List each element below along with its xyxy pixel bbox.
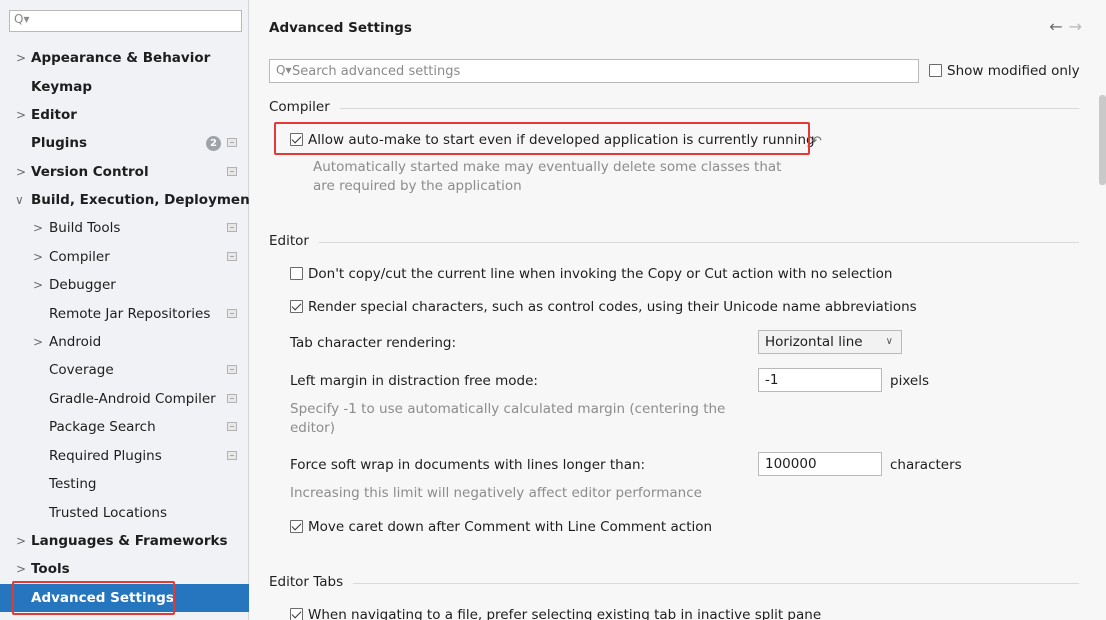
- sidebar-item-remote-jar-repositories[interactable]: Remote Jar Repositories: [0, 300, 249, 328]
- section-divider: [269, 108, 1079, 109]
- no-copy-cut-checkbox[interactable]: Don't copy/cut the current line when inv…: [290, 266, 892, 282]
- project-level-icon: [227, 365, 237, 374]
- chevron-right-icon[interactable]: >: [33, 271, 43, 299]
- move-caret-checkbox[interactable]: Move caret down after Comment with Line …: [290, 519, 712, 535]
- section-editor: Editor: [269, 233, 1079, 251]
- sidebar-item-compiler[interactable]: > Compiler: [0, 243, 249, 271]
- page-title: Advanced Settings: [269, 20, 412, 36]
- settings-content-panel: Advanced Settings ←→ Q▾ Show modified on…: [250, 0, 1106, 620]
- chevron-right-icon[interactable]: >: [33, 328, 43, 356]
- project-level-icon: [227, 394, 237, 403]
- chevron-right-icon[interactable]: >: [16, 555, 26, 583]
- auto-make-hint: Automatically started make may eventuall…: [313, 159, 782, 194]
- show-modified-only-checkbox[interactable]: Show modified only: [929, 63, 1080, 79]
- auto-make-checkbox[interactable]: Allow auto-make to start even if develop…: [290, 132, 815, 148]
- project-level-icon: [227, 167, 237, 176]
- chevron-right-icon[interactable]: >: [16, 101, 26, 129]
- checkbox-checked-icon[interactable]: [290, 608, 303, 620]
- chevron-down-icon: ∨: [885, 336, 893, 347]
- section-title: Compiler: [269, 99, 340, 115]
- sidebar-item-gradle-android-compiler[interactable]: Gradle-Android Compiler: [0, 385, 249, 413]
- sidebar-item-advanced-settings[interactable]: Advanced Settings: [0, 584, 249, 612]
- soft-wrap-label: Force soft wrap in documents with lines …: [290, 457, 646, 473]
- sidebar-item-trusted-locations[interactable]: Trusted Locations: [0, 499, 249, 527]
- section-compiler: Compiler: [269, 99, 1079, 117]
- search-icon: Q▾: [276, 63, 292, 77]
- settings-sidebar: Q▾ > Appearance & Behavior Keymap > Edit…: [0, 0, 256, 620]
- sidebar-search-input[interactable]: Q▾: [9, 10, 242, 32]
- soft-wrap-input[interactable]: 100000: [758, 452, 882, 476]
- section-title: Editor: [269, 233, 319, 249]
- tab-rendering-value: Horizontal line: [765, 334, 863, 350]
- move-caret-label: Move caret down after Comment with Line …: [308, 519, 713, 535]
- navigation-arrows: ←→: [1049, 17, 1088, 36]
- checkbox-checked-icon[interactable]: [290, 300, 303, 313]
- chevron-right-icon[interactable]: >: [33, 243, 43, 271]
- checkbox-checked-icon[interactable]: [290, 133, 303, 146]
- sidebar-item-debugger[interactable]: > Debugger: [0, 271, 249, 299]
- chevron-right-icon[interactable]: >: [33, 214, 43, 242]
- auto-make-label: Allow auto-make to start even if develop…: [308, 132, 815, 148]
- sidebar-item-testing[interactable]: Testing: [0, 470, 249, 498]
- section-editor-tabs: Editor Tabs: [269, 574, 1079, 592]
- chevron-right-icon[interactable]: >: [16, 44, 26, 72]
- search-icon: Q▾: [14, 12, 30, 26]
- prefer-existing-tab-checkbox[interactable]: When navigating to a file, prefer select…: [290, 607, 821, 620]
- no-copy-cut-label: Don't copy/cut the current line when inv…: [308, 266, 893, 282]
- section-divider: [269, 242, 1079, 243]
- sidebar-item-package-search[interactable]: Package Search: [0, 413, 249, 441]
- sidebar-item-appearance-behavior[interactable]: > Appearance & Behavior: [0, 44, 249, 72]
- soft-wrap-hint: Increasing this limit will negatively af…: [290, 485, 702, 501]
- prefer-existing-tab-label: When navigating to a file, prefer select…: [308, 607, 822, 620]
- soft-wrap-unit: characters: [890, 457, 962, 473]
- sidebar-item-editor[interactable]: > Editor: [0, 101, 249, 129]
- sidebar-item-version-control[interactable]: > Version Control: [0, 158, 249, 186]
- sidebar-item-coverage[interactable]: Coverage: [0, 356, 249, 384]
- sidebar-item-tools[interactable]: > Tools: [0, 555, 249, 583]
- checkbox-icon[interactable]: [290, 267, 303, 280]
- vertical-scrollbar[interactable]: [1099, 95, 1106, 185]
- left-margin-unit: pixels: [890, 373, 929, 389]
- project-level-icon: [227, 422, 237, 431]
- section-title: Editor Tabs: [269, 574, 354, 590]
- project-level-icon: [227, 138, 237, 147]
- project-level-icon: [227, 252, 237, 261]
- checkbox-checked-icon[interactable]: [290, 520, 303, 533]
- settings-search-field[interactable]: Q▾: [269, 59, 919, 83]
- sidebar-item-languages-frameworks[interactable]: > Languages & Frameworks: [0, 527, 249, 555]
- chevron-right-icon[interactable]: >: [16, 158, 26, 186]
- project-level-icon: [227, 309, 237, 318]
- sidebar-item-keymap[interactable]: Keymap: [0, 73, 249, 101]
- sidebar-item-android[interactable]: > Android: [0, 328, 249, 356]
- tab-rendering-dropdown[interactable]: Horizontal line ∨: [758, 330, 902, 354]
- left-margin-label: Left margin in distraction free mode:: [290, 373, 538, 389]
- section-divider: [269, 583, 1079, 584]
- chevron-down-icon[interactable]: ∨: [15, 186, 24, 214]
- tab-rendering-label: Tab character rendering:: [290, 335, 457, 351]
- render-special-chars-checkbox[interactable]: Render special characters, such as contr…: [290, 299, 917, 315]
- sidebar-item-required-plugins[interactable]: Required Plugins: [0, 442, 249, 470]
- sidebar-item-build-execution-deployment[interactable]: ∨ Build, Execution, Deployment: [0, 186, 256, 214]
- sidebar-item-build-tools[interactable]: > Build Tools: [0, 214, 249, 242]
- project-level-icon: [227, 451, 237, 460]
- reset-icon[interactable]: ↶: [811, 134, 822, 149]
- settings-search-input[interactable]: [292, 62, 912, 80]
- forward-arrow-icon[interactable]: →: [1069, 17, 1088, 36]
- back-arrow-icon[interactable]: ←: [1049, 17, 1068, 36]
- chevron-right-icon[interactable]: >: [16, 527, 26, 555]
- updates-count-badge: 2: [206, 136, 221, 151]
- left-margin-input[interactable]: -1: [758, 368, 882, 392]
- left-margin-hint: Specify -1 to use automatically calculat…: [290, 401, 726, 436]
- show-modified-only-label: Show modified only: [947, 63, 1080, 79]
- render-special-chars-label: Render special characters, such as contr…: [308, 299, 917, 315]
- sidebar-item-plugins[interactable]: Plugins 2: [0, 129, 249, 157]
- checkbox-icon[interactable]: [929, 64, 942, 77]
- project-level-icon: [227, 223, 237, 232]
